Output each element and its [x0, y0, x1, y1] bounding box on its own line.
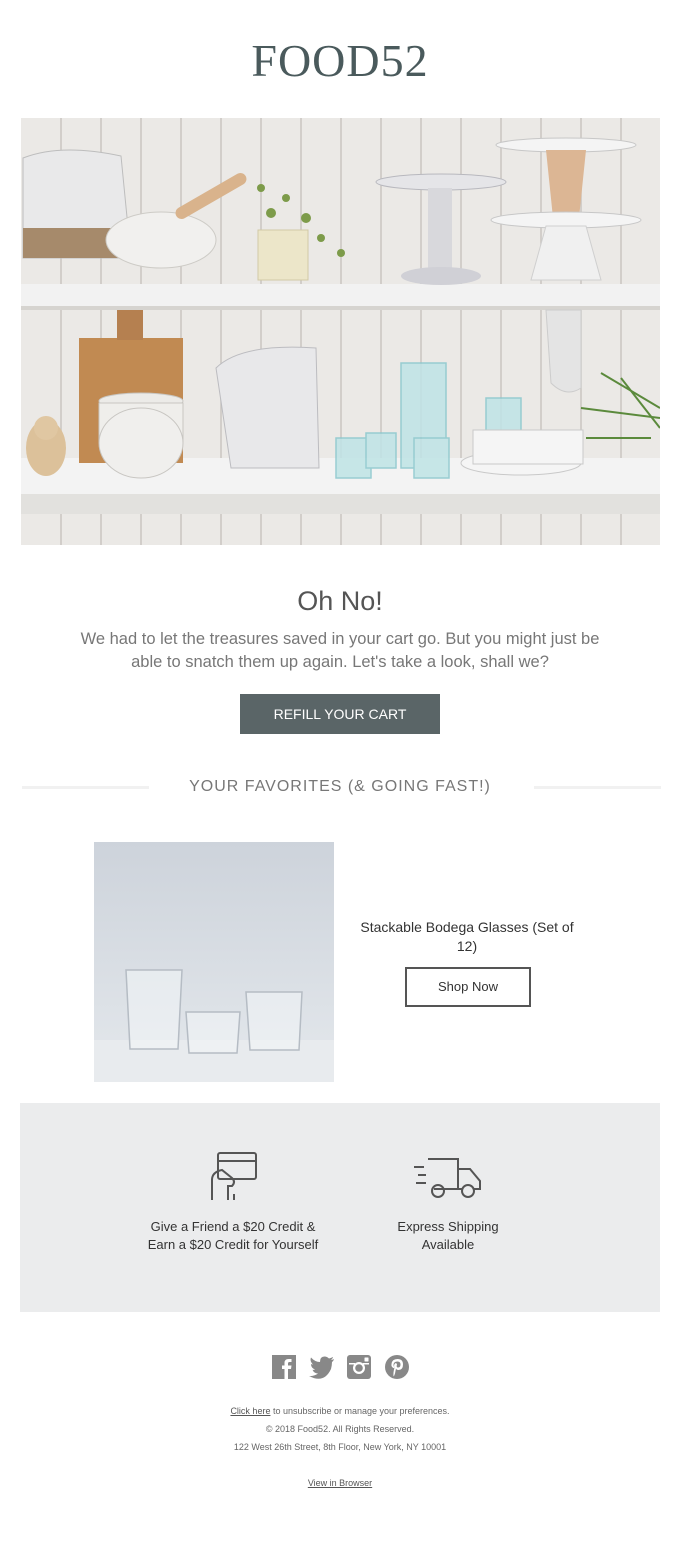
unsubscribe-link[interactable]: Click here — [230, 1406, 270, 1416]
kitchen-shelves-photo — [21, 118, 660, 545]
view-in-browser-link[interactable]: View in Browser — [308, 1478, 372, 1488]
delivery-truck-icon — [414, 1155, 484, 1206]
divider-left — [22, 786, 149, 789]
view-in-browser-line: View in Browser — [0, 1478, 680, 1488]
credit-card-hand-icon — [208, 1150, 260, 1209]
brand-logo[interactable]: FOOD52 — [0, 36, 680, 86]
page-title: Oh No! — [297, 586, 383, 616]
instagram-icon[interactable] — [347, 1355, 371, 1384]
perk-shipping-text: Express Shipping Available — [397, 1219, 499, 1252]
refill-cart-button[interactable]: REFILL YOUR CART — [240, 694, 440, 734]
unsubscribe-line: Click here to unsubscribe or manage your… — [0, 1406, 680, 1416]
facebook-icon[interactable] — [272, 1355, 296, 1384]
perk-referral-text: Give a Friend a $20 Credit & Earn a $20 … — [147, 1219, 319, 1252]
glasses-photo — [94, 842, 334, 1082]
product-name[interactable]: Stackable Bodega Glasses (Set of 12) — [352, 918, 582, 956]
perks-banner — [20, 1103, 660, 1312]
copyright-text: © 2018 Food52. All Rights Reserved. — [265, 1424, 415, 1434]
pinterest-icon[interactable] — [385, 1355, 409, 1384]
favorites-heading: YOUR FAVORITES (& GOING FAST!) — [189, 778, 491, 795]
divider-right — [534, 786, 661, 789]
hero-image[interactable] — [21, 118, 660, 545]
twitter-icon[interactable] — [309, 1355, 335, 1384]
unsubscribe-text: to unsubscribe or manage your preference… — [270, 1406, 450, 1416]
product-image[interactable] — [94, 842, 334, 1082]
address-text: 122 West 26th Street, 8th Floor, New Yor… — [233, 1442, 447, 1452]
shop-now-button[interactable]: Shop Now — [405, 967, 531, 1007]
intro-text: We had to let the treasures saved in you… — [80, 630, 600, 671]
